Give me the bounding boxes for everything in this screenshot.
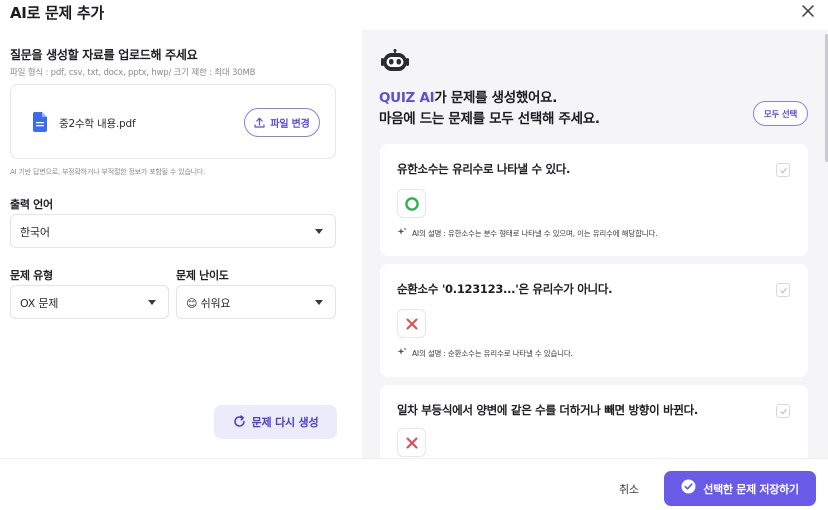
smile-emoji-icon: 😊 (186, 297, 198, 310)
save-selected-button[interactable]: 선택한 문제 저장하기 (664, 471, 816, 506)
regenerate-label: 문제 다시 생성 (251, 416, 319, 429)
difficulty-label: 문제 난이도 (176, 269, 229, 282)
chevron-down-icon (148, 300, 156, 305)
upload-hint: 파일 형식 : pdf, csv, txt, docx, pptx, hwp/ … (10, 68, 256, 78)
select-all-button[interactable]: 모두 선택 (753, 101, 808, 126)
check-circle-icon (681, 479, 696, 498)
difficulty-text: 쉬워요 (200, 297, 231, 310)
brand-name: QUIZ AI (379, 90, 435, 106)
upload-icon (254, 113, 265, 132)
ai-explanation: AI의 설명 : 순환소수는 유리수로 나타낼 수 있습니다. (397, 347, 573, 359)
ai-warning: AI 기반 답변으로, 부정확하거나 부적절한 정보가 포함될 수 있습니다. (10, 168, 206, 176)
chevron-down-icon (315, 300, 323, 305)
explanation-text: AI의 설명 : 유한소수는 분수 형태로 나타낼 수 있으며, 이는 유리수에… (412, 228, 658, 238)
difficulty-value: 😊 쉬워요 (186, 295, 231, 311)
question-card[interactable]: 순환소수 '0.123123...'은 유리수가 아니다. AI의 설명 : 순… (380, 264, 808, 377)
ai-explanation: AI의 설명 : 유한소수는 분수 형태로 나타낼 수 있으며, 이는 유리수에… (397, 227, 658, 239)
results-panel: QUIZ AI가 문제를 생성했어요. 마음에 드는 문제를 모두 선택해 주세… (362, 30, 828, 458)
robot-icon (380, 49, 410, 73)
language-select[interactable]: 한국어 (10, 214, 336, 248)
chevron-down-icon (315, 229, 323, 234)
file-upload-box[interactable]: 중2수학 내용.pdf 파일 변경 (10, 84, 336, 159)
question-checkbox[interactable] (776, 163, 790, 177)
results-headline: QUIZ AI가 문제를 생성했어요. 마음에 드는 문제를 모두 선택해 주세… (379, 88, 600, 130)
refresh-icon (233, 413, 246, 432)
question-text: 유한소수는 유리수로 나타낼 수 있다. (397, 162, 571, 176)
type-select[interactable]: OX 문제 (10, 285, 169, 319)
question-text: 일차 부등식에서 양변에 같은 수를 더하거나 빼면 방향이 바뀐다. (397, 403, 698, 417)
save-selected-label: 선택한 문제 저장하기 (703, 482, 799, 496)
question-card[interactable]: 일차 부등식에서 양변에 같은 수를 더하거나 빼면 방향이 바뀐다. (380, 385, 808, 458)
type-value: OX 문제 (20, 297, 59, 310)
cancel-button[interactable]: 취소 (619, 481, 639, 497)
answer-badge (397, 428, 426, 457)
close-icon[interactable] (798, 1, 818, 21)
type-label: 문제 유형 (10, 269, 53, 282)
file-name: 중2수학 내용.pdf (59, 118, 136, 130)
question-text: 순환소수 '0.123123...'은 유리수가 아니다. (397, 282, 613, 296)
answer-badge (397, 309, 426, 338)
upload-title: 질문을 생성할 자료를 업로드해 주세요 (10, 48, 198, 62)
explanation-text: AI의 설명 : 순환소수는 유리수로 나타낼 수 있습니다. (412, 348, 573, 358)
difficulty-select[interactable]: 😊 쉬워요 (176, 285, 336, 319)
sparkle-icon (397, 347, 407, 359)
change-file-button[interactable]: 파일 변경 (244, 108, 320, 137)
language-value: 한국어 (20, 226, 50, 239)
headline-rest: 가 문제를 생성했어요. (434, 90, 558, 106)
question-checkbox[interactable] (776, 404, 790, 418)
dialog-footer: 취소 선택한 문제 저장하기 (0, 458, 828, 510)
settings-panel: 질문을 생성할 자료를 업로드해 주세요 파일 형식 : pdf, csv, t… (0, 30, 360, 458)
question-checkbox[interactable] (776, 283, 790, 297)
sparkle-icon (397, 227, 407, 239)
question-card[interactable]: 유한소수는 유리수로 나타낼 수 있다. AI의 설명 : 유한소수는 분수 형… (380, 144, 808, 256)
change-file-label: 파일 변경 (270, 119, 310, 130)
language-label: 출력 언어 (10, 198, 53, 211)
headline-line2: 마음에 드는 문제를 모두 선택해 주세요. (379, 111, 600, 127)
answer-badge (397, 189, 426, 218)
regenerate-button[interactable]: 문제 다시 생성 (214, 405, 337, 439)
document-icon (32, 112, 48, 132)
dialog-header: AI로 문제 추가 (0, 0, 828, 30)
dialog-title: AI로 문제 추가 (10, 4, 104, 22)
